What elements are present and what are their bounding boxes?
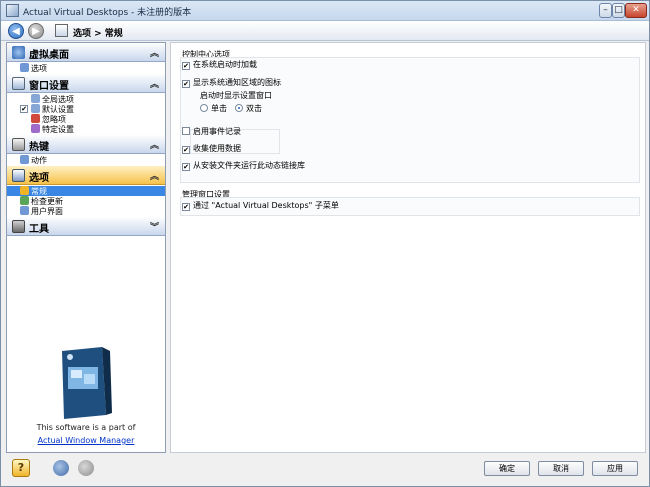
default-settings-checkbox[interactable]: ✔ [20, 105, 28, 113]
options-icon [12, 169, 25, 182]
forward-arrow-icon[interactable]: ▶ [28, 23, 44, 39]
sidebar-group-label: 虚拟桌面 [29, 50, 69, 61]
run-dll-checkbox[interactable]: ✔ [182, 163, 190, 171]
window-icon [12, 77, 25, 90]
help-icon[interactable]: ? [12, 459, 30, 477]
sidebar-item-specific-settings[interactable]: 特定设置 [31, 124, 74, 134]
tools-icon [12, 220, 25, 233]
back-arrow-icon[interactable]: ◀ [8, 23, 24, 39]
ui-icon [20, 206, 29, 215]
sidebar: 虚拟桌面 ︽ 选项 窗口设置 ︽ 全局选项 ✔ 默认设置 忽略项 特定设置 热键… [6, 42, 166, 453]
undo-icon[interactable] [53, 460, 69, 476]
expand-chevron-icon[interactable]: ︾ [150, 220, 159, 233]
option-label: 收集使用数据 [193, 144, 241, 153]
sidebar-item-actions[interactable]: 动作 [20, 155, 47, 165]
apply-button[interactable]: 应用 [592, 461, 638, 476]
minimize-button[interactable]: – [599, 3, 612, 18]
tray-icon-checkbox[interactable]: ✔ [182, 80, 190, 88]
keyboard-icon [12, 138, 25, 151]
sidebar-item-label: 忽略项 [42, 115, 66, 124]
sidebar-item-default-settings[interactable]: 默认设置 [31, 104, 74, 114]
general-icon [20, 186, 29, 195]
option-label: 在系统启动时加载 [193, 60, 257, 69]
option-label: 双击 [246, 104, 262, 113]
option-label: 通过 "Actual Virtual Desktops" 子菜单 [193, 201, 339, 210]
double-click-option[interactable]: 双击 [235, 104, 262, 114]
option-label: 启用事件记录 [193, 127, 241, 136]
load-on-startup-checkbox[interactable]: ✔ [182, 62, 190, 70]
collapse-chevron-icon[interactable]: ︽ [150, 138, 159, 151]
update-icon [20, 196, 29, 205]
startup-window-label: 启动时显示设置窗口 [200, 91, 272, 100]
settings-page-icon [55, 24, 68, 37]
sidebar-group-virtual-desktops[interactable]: 虚拟桌面 ︽ [7, 43, 165, 62]
usage-data-checkbox[interactable]: ✔ [182, 146, 190, 154]
sidebar-item-label: 选项 [31, 64, 47, 73]
bottom-bar: ? 确定 取消 应用 [1, 453, 649, 486]
usage-data-option[interactable]: ✔ 收集使用数据 [182, 144, 241, 154]
option-label: 单击 [211, 104, 227, 113]
redo-icon[interactable] [78, 460, 94, 476]
window-title: Actual Virtual Desktops - 未注册的版本 [23, 8, 192, 18]
exclusion-icon [31, 114, 40, 123]
submenu-checkbox[interactable]: ✔ [182, 203, 190, 211]
sidebar-item-desktops-options[interactable]: 选项 [20, 63, 47, 73]
product-box-image [62, 347, 112, 419]
collapse-chevron-icon[interactable]: ︽ [150, 77, 159, 90]
maximize-button[interactable]: □ [612, 3, 625, 18]
sidebar-item-general[interactable]: 常规 [7, 186, 165, 196]
sidebar-item-exclusions[interactable]: 忽略项 [31, 114, 66, 124]
desktops-icon [12, 46, 25, 59]
promo-text: This software is a part of [36, 423, 136, 432]
sidebar-item-global-options[interactable]: 全局选项 [31, 94, 74, 104]
specific-settings-icon [31, 124, 40, 133]
sidebar-group-tools[interactable]: 工具 ︾ [7, 217, 165, 236]
load-on-startup-option[interactable]: ✔ 在系统启动时加载 [182, 60, 257, 70]
sidebar-item-user-interface[interactable]: 用户界面 [20, 206, 63, 216]
single-click-radio[interactable] [200, 104, 208, 112]
event-log-option[interactable]: 启用事件记录 [182, 127, 241, 137]
sidebar-group-window-settings[interactable]: 窗口设置 ︽ [7, 74, 165, 93]
sidebar-group-label: 热键 [29, 142, 49, 153]
collapse-chevron-icon[interactable]: ︽ [150, 169, 159, 182]
app-window: Actual Virtual Desktops - 未注册的版本 – □ ✕ ◀… [0, 0, 650, 487]
toolbar: ◀ ▶ 选项 > 常规 [1, 21, 649, 41]
sidebar-item-label: 检查更新 [31, 197, 63, 206]
double-click-radio[interactable] [235, 104, 243, 112]
cancel-button[interactable]: 取消 [538, 461, 584, 476]
settings-panel: 控制中心选项 ✔ 在系统启动时加载 ✔ 显示系统通知区域的图标 启动时显示设置窗口 … [170, 42, 646, 453]
title-bar[interactable]: Actual Virtual Desktops - 未注册的版本 – □ ✕ [1, 1, 649, 21]
action-icon [20, 155, 29, 164]
global-icon [31, 94, 40, 103]
sidebar-group-options[interactable]: 选项 ︽ [7, 166, 165, 185]
sidebar-group-label: 窗口设置 [29, 81, 69, 92]
sidebar-item-check-updates[interactable]: 检查更新 [20, 196, 63, 206]
close-button[interactable]: ✕ [625, 3, 647, 18]
sidebar-item-label: 常规 [31, 187, 47, 196]
single-click-option[interactable]: 单击 [200, 104, 227, 114]
default-settings-icon [31, 104, 40, 113]
options-icon [20, 63, 29, 72]
sidebar-item-label: 用户界面 [31, 207, 63, 216]
option-label: 从安装文件夹运行此动态链接库 [193, 161, 305, 170]
ok-button[interactable]: 确定 [484, 461, 530, 476]
app-icon [6, 4, 19, 17]
promo-panel: This software is a part of Actual Window… [7, 323, 165, 453]
sidebar-group-label: 选项 [29, 173, 49, 184]
sidebar-item-label: 全局选项 [42, 95, 74, 104]
submenu-option[interactable]: ✔ 通过 "Actual Virtual Desktops" 子菜单 [182, 201, 339, 211]
sidebar-group-hotkeys[interactable]: 热键 ︽ [7, 135, 165, 154]
tray-icon-option[interactable]: ✔ 显示系统通知区域的图标 [182, 78, 281, 88]
option-label: 显示系统通知区域的图标 [193, 78, 281, 87]
breadcrumb: 选项 > 常规 [73, 29, 123, 39]
collapse-chevron-icon[interactable]: ︽ [150, 46, 159, 59]
sidebar-group-label: 工具 [29, 224, 49, 235]
promo-link[interactable]: Actual Window Manager [7, 436, 165, 445]
run-dll-option[interactable]: ✔ 从安装文件夹运行此动态链接库 [182, 161, 305, 171]
event-log-checkbox[interactable] [182, 127, 190, 135]
sidebar-item-label: 默认设置 [42, 105, 74, 114]
sidebar-item-label: 特定设置 [42, 125, 74, 134]
sidebar-item-label: 动作 [31, 156, 47, 165]
